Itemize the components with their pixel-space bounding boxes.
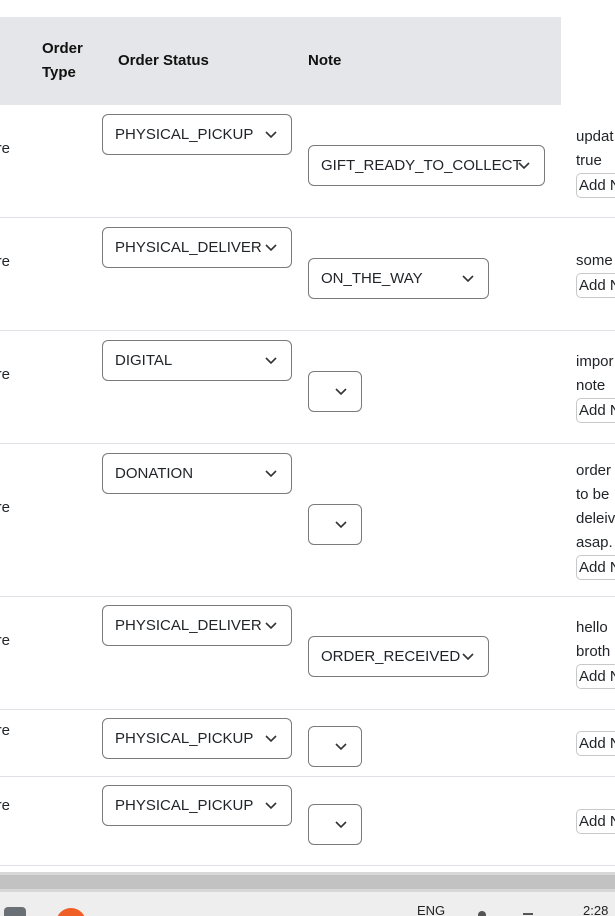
chevron-down-icon [335, 821, 347, 829]
note-text-line: some [576, 252, 613, 269]
scrollbar-thumb[interactable] [0, 875, 615, 889]
table-header: Order Type Order Status Note [0, 17, 561, 105]
cell-truncated: re [0, 499, 10, 516]
order-status-value: DONATION [115, 465, 194, 482]
chevron-down-icon [335, 521, 347, 529]
add-note-button[interactable]: Add N [576, 398, 615, 423]
cell-truncated: re [0, 797, 10, 814]
note-text-line: asap. [576, 534, 613, 551]
delivery-status-select[interactable]: ON_THE_WAY [308, 258, 489, 299]
chevron-down-icon [265, 735, 277, 743]
chevron-down-icon [518, 162, 530, 170]
note-cell: impor note Add N [576, 350, 615, 423]
chevron-down-icon [265, 131, 277, 139]
delivery-status-select[interactable] [308, 371, 362, 412]
language-indicator[interactable]: ENG [417, 903, 445, 916]
table-row: re PHYSICAL_PICKUP Add N [0, 710, 615, 777]
order-status-select[interactable]: DIGITAL [102, 340, 292, 381]
horizontal-scrollbar[interactable] [0, 872, 615, 892]
note-cell: order to be deleiv asap. Add N [576, 459, 615, 580]
add-note-button[interactable]: Add N [576, 173, 615, 198]
order-status-select[interactable]: PHYSICAL_DELIVER [102, 227, 292, 268]
chevron-down-icon [265, 357, 277, 365]
clock[interactable]: 2:28 [583, 903, 608, 916]
chevron-down-icon [265, 244, 277, 252]
volume-icon[interactable] [523, 913, 533, 915]
delivery-status-select[interactable] [308, 804, 362, 845]
note-cell: updat true Add N [576, 125, 615, 198]
chevron-down-icon [265, 802, 277, 810]
chevron-down-icon [462, 653, 474, 661]
delivery-status-select[interactable] [308, 726, 362, 767]
network-icon[interactable] [478, 911, 486, 916]
header-order-status: Order Status [118, 52, 209, 69]
table-row: re DONATION order to be deleiv asap. Add… [0, 444, 615, 597]
note-text-line: order [576, 462, 612, 479]
delivery-status-select[interactable]: GIFT_READY_TO_COLLECT [308, 145, 545, 186]
chevron-down-icon [265, 622, 277, 630]
note-text-line: impor [576, 353, 614, 370]
order-status-value: PHYSICAL_PICKUP [115, 730, 254, 747]
order-status-value: PHYSICAL_PICKUP [115, 797, 254, 814]
cell-truncated: re [0, 253, 10, 270]
note-text-line: true [576, 152, 602, 169]
table-row: re PHYSICAL_DELIVER ON_THE_WAY some Add … [0, 218, 615, 331]
table-row: re DIGITAL impor note Add N [0, 331, 615, 444]
note-text-line: broth [576, 643, 611, 660]
note-cell: Add N [576, 731, 615, 756]
browser-icon[interactable] [56, 908, 86, 916]
header-note: Note [308, 52, 342, 69]
delivery-status-value: GIFT_READY_TO_COLLECT [321, 157, 522, 174]
table-row: re PHYSICAL_DELIVER ORDER_RECEIVED hello… [0, 597, 615, 710]
order-status-select[interactable]: PHYSICAL_DELIVER [102, 605, 292, 646]
cell-truncated: re [0, 366, 10, 383]
add-note-button[interactable]: Add N [576, 273, 615, 298]
chevron-down-icon [335, 743, 347, 751]
delivery-status-value: ON_THE_WAY [321, 270, 423, 287]
note-cell: hello broth Add N [576, 616, 615, 689]
order-status-value: PHYSICAL_DELIVER [115, 617, 262, 634]
note-text-line: hello [576, 619, 608, 636]
note-text-line: note [576, 377, 606, 394]
order-status-select[interactable]: PHYSICAL_PICKUP [102, 785, 292, 826]
orders-table: Order Type Order Status Note re PHYSICAL… [0, 0, 615, 872]
cell-truncated: re [0, 722, 10, 739]
chevron-down-icon [265, 470, 277, 478]
note-cell: some Add N [576, 249, 615, 298]
delivery-status-select[interactable] [308, 504, 362, 545]
header-order-type: Order Type [42, 40, 83, 81]
order-status-value: PHYSICAL_PICKUP [115, 126, 254, 143]
order-status-select[interactable]: DONATION [102, 453, 292, 494]
order-status-select[interactable]: PHYSICAL_PICKUP [102, 718, 292, 759]
order-status-select[interactable]: PHYSICAL_PICKUP [102, 114, 292, 155]
table-row: re PHYSICAL_PICKUP GIFT_READY_TO_COLLECT… [0, 105, 615, 218]
order-status-value: DIGITAL [115, 352, 173, 369]
table-row: re PHYSICAL_PICKUP Add N [0, 777, 615, 866]
note-text-line: deleiv [576, 510, 615, 527]
note-cell: Add N [576, 809, 615, 834]
order-status-value: PHYSICAL_DELIVER [115, 239, 262, 256]
add-note-button[interactable]: Add N [576, 555, 615, 580]
delivery-status-value: ORDER_RECEIVED [321, 648, 461, 665]
delivery-status-select[interactable]: ORDER_RECEIVED [308, 636, 489, 677]
chevron-down-icon [335, 388, 347, 396]
note-text-line: to be [576, 486, 610, 503]
note-text-line: updat [576, 128, 614, 145]
add-note-button[interactable]: Add N [576, 731, 615, 756]
cell-truncated: re [0, 140, 10, 157]
file-explorer-icon[interactable] [4, 907, 26, 916]
cell-truncated: re [0, 632, 10, 649]
add-note-button[interactable]: Add N [576, 664, 615, 689]
chevron-down-icon [462, 275, 474, 283]
add-note-button[interactable]: Add N [576, 809, 615, 834]
taskbar: ENG 2:28 [0, 892, 615, 916]
